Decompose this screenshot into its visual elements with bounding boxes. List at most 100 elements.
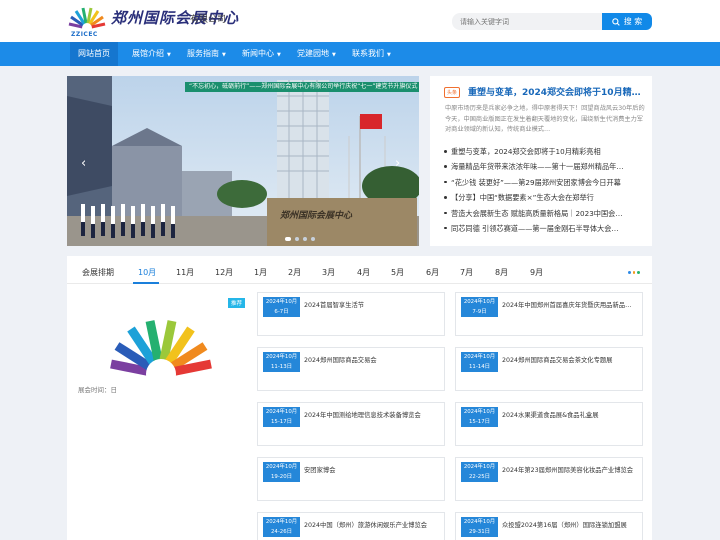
chevron-left-icon[interactable]: ‹ (81, 156, 86, 171)
news-list-item[interactable]: 海量精品年货带来浓浓年味——第十一届郑州精品年… (444, 162, 648, 177)
chevron-right-icon[interactable]: › (395, 156, 400, 171)
date-days: 15-17日 (468, 418, 491, 425)
date-month: 2024年10月 (265, 464, 298, 470)
date-badge: 2024年10月 19-20日 (263, 462, 300, 482)
nav-item-contact[interactable]: 联系我们 ▼ (352, 42, 391, 66)
exhibition-card[interactable]: 2024年10月 24-26日 2024中国（郑州）旅游休闲娱乐产业博览会 (257, 512, 445, 540)
tab-month[interactable]: 8月 (495, 267, 508, 278)
date-badge: 2024年10月 24-26日 (263, 517, 300, 537)
date-badge: 2024年10月 22-25日 (461, 462, 498, 482)
more-icon[interactable] (628, 271, 640, 274)
exhibition-title: 2024年中国郑州首届喜庆年货暨庆用品新品… (502, 302, 632, 309)
date-days: 7-9日 (472, 308, 487, 315)
tab-month[interactable]: 3月 (322, 267, 335, 278)
nav-item-party[interactable]: 党建园地 ▼ (297, 42, 336, 66)
tab-month[interactable]: 2月 (288, 267, 301, 278)
news-list-item[interactable]: 重塑与变革，2024郑交会即将于10月精彩亮相 (444, 147, 648, 162)
exhibition-title: 2024水果渠道食品展&食品礼盒展 (502, 412, 599, 419)
exhibition-title: 2024郑州国际商品交易会茶文化专题展 (502, 357, 613, 364)
active-tab-indicator (133, 282, 159, 284)
carousel-dot[interactable] (303, 237, 307, 241)
exhibition-card[interactable]: 2024年10月 19-20日 安团家博会 (257, 457, 445, 501)
brand-suffix: 有限公司 (190, 15, 227, 25)
exhibition-card[interactable]: 2024年10月 29-31日 众投盟2024第16届（郑州）国际连锁加盟展 (455, 512, 643, 540)
nav-item-label: 网站首页 (78, 49, 110, 58)
date-days: 11-13日 (270, 363, 293, 370)
featured-exhibition[interactable]: 推荐 展会时间：日 (77, 292, 249, 402)
date-days: 15-17日 (270, 418, 293, 425)
site-header: ZZICEC 郑州国际会展中心 有限公司 搜 索 (0, 0, 720, 42)
search-button[interactable]: 搜 索 (602, 13, 652, 30)
date-month: 2024年10月 (463, 519, 496, 525)
nav-item-service[interactable]: 服务指南 ▼ (187, 42, 226, 66)
nav-item-venue[interactable]: 展馆介绍 ▼ (132, 42, 171, 66)
tab-month[interactable]: 11月 (176, 267, 194, 278)
exhibition-card[interactable]: 2024年10月 22-25日 2024年第23届郑州国际美容化妆品产业博览会 (455, 457, 643, 501)
exhibition-card[interactable]: 2024年10月 6-7日 2024首届智享生活节 (257, 292, 445, 336)
date-badge: 2024年10月 11-13日 (263, 352, 300, 372)
date-days: 19-20日 (270, 473, 293, 480)
date-month: 2024年10月 (463, 409, 496, 415)
date-badge: 2024年10月 6-7日 (263, 297, 300, 317)
news-headline[interactable]: 重塑与变革，2024郑交会即将于10月精… (468, 85, 641, 98)
tab-month[interactable]: 10月 (138, 267, 156, 278)
date-month: 2024年10月 (463, 354, 496, 360)
search-icon (611, 17, 620, 26)
news-summary: 中原市场历来是兵家必争之地，得中原者得天下！回望商战风云30年后的今天，中国商业… (445, 105, 645, 133)
main-nav: 网站首页 展馆介绍 ▼ 服务指南 ▼ 新闻中心 ▼ 党建园地 ▼ 联系我们 ▼ (0, 42, 720, 66)
date-badge: 2024年10月 15-17日 (263, 407, 300, 427)
banner-photo (67, 76, 419, 246)
nav-item-label: 服务指南 (187, 49, 219, 58)
exhibition-title: 2024郑州国际商品交易会 (304, 357, 377, 364)
chevron-down-icon: ▼ (222, 52, 226, 58)
schedule-title: 会展排期 (82, 268, 114, 277)
carousel-dot[interactable] (285, 237, 291, 241)
date-badge: 2024年10月 29-31日 (461, 517, 498, 537)
tab-month[interactable]: 12月 (215, 267, 233, 278)
tab-month[interactable]: 7月 (460, 267, 473, 278)
hot-badge: 头条 (444, 87, 461, 98)
exhibition-card[interactable]: 2024年10月 11-14日 2024郑州国际商品交易会茶文化专题展 (455, 347, 643, 391)
recommend-badge: 推荐 (228, 298, 246, 308)
exhibition-schedule: 会展排期 10月 11月 12月 1月 2月 3月 4月 5月 6月 7月 8月… (67, 256, 652, 540)
nav-item-home[interactable]: 网站首页 (70, 42, 118, 66)
date-days: 24-26日 (270, 528, 293, 535)
nav-item-news[interactable]: 新闻中心 ▼ (242, 42, 281, 66)
search-input[interactable] (452, 13, 602, 30)
logo-text: ZZICEC (71, 31, 98, 38)
tab-month[interactable]: 9月 (530, 267, 543, 278)
date-days: 6-7日 (274, 308, 289, 315)
news-list-item[interactable]: 【分享】中国“数据要素×”生态大会在郑举行 (444, 193, 648, 208)
exhibition-title: 2024中国（郑州）旅游休闲娱乐产业博览会 (304, 522, 428, 529)
exhibition-card[interactable]: 2024年10月 7-9日 2024年中国郑州首届喜庆年货暨庆用品新品… (455, 292, 643, 336)
tab-month[interactable]: 6月 (426, 267, 439, 278)
nav-item-label: 党建园地 (297, 49, 329, 58)
date-badge: 2024年10月 15-17日 (461, 407, 498, 427)
news-list-item[interactable]: 同芯同德 引领芯赛道——第一届金刚石半导体大会… (444, 224, 648, 239)
exhibition-card[interactable]: 2024年10月 15-17日 2024水果渠道食品展&食品礼盒展 (455, 402, 643, 446)
carousel-dot[interactable] (295, 237, 299, 241)
tab-month[interactable]: 5月 (391, 267, 404, 278)
date-month: 2024年10月 (265, 409, 298, 415)
news-list-item[interactable]: 营造大会展新生态 赋能高质量新格局｜2023中国会… (444, 209, 648, 224)
date-month: 2024年10月 (265, 519, 298, 525)
exhibition-title: 2024首届智享生活节 (304, 302, 365, 309)
exhibition-card[interactable]: 2024年10月 11-13日 2024郑州国际商品交易会 (257, 347, 445, 391)
banner-carousel[interactable]: “不忘初心，砥砺前行”——郑州国际会展中心有限公司举行庆祝“七一”建党节升旗仪式… (67, 76, 419, 246)
zzicec-logo-icon (110, 320, 212, 378)
tab-month[interactable]: 1月 (254, 267, 267, 278)
exhibition-card[interactable]: 2024年10月 15-17日 2024年中国测绘地理信息技术装备博览会 (257, 402, 445, 446)
carousel-dot[interactable] (311, 237, 315, 241)
date-badge: 2024年10月 11-14日 (461, 352, 498, 372)
tab-month[interactable]: 4月 (357, 267, 370, 278)
nav-item-label: 展馆介绍 (132, 49, 164, 58)
chevron-down-icon: ▼ (277, 52, 281, 58)
date-days: 22-25日 (468, 473, 491, 480)
exhibition-title: 众投盟2024第16届（郑州）国际连锁加盟展 (502, 522, 627, 529)
news-panel: 头条 重塑与变革，2024郑交会即将于10月精… 中原市场历来是兵家必争之地，得… (430, 76, 652, 246)
nav-item-label: 新闻中心 (242, 49, 274, 58)
news-list-item[interactable]: “花少钱 装更好”——第29届郑州安团家博会今日开幕 (444, 178, 648, 193)
carousel-dots (285, 237, 315, 241)
banner-caption[interactable]: “不忘初心，砥砺前行”——郑州国际会展中心有限公司举行庆祝“七一”建党节升旗仪式 (185, 82, 419, 92)
exhibition-title: 2024年第23届郑州国际美容化妆品产业博览会 (502, 467, 634, 474)
